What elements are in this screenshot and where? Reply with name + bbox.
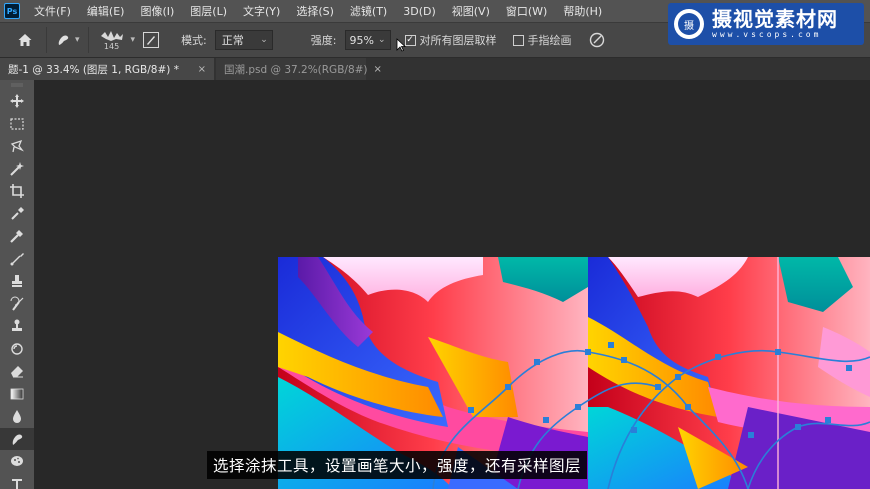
artwork-right-half (588, 257, 870, 489)
brush-panel-icon (147, 36, 156, 45)
eyedropper-icon (11, 206, 24, 220)
document-tabs: 题-1 @ 33.4% (图层 1, RGB/8#) * × 国潮.psd @ … (0, 58, 870, 80)
menu-select[interactable]: 选择(S) (288, 3, 342, 19)
clone-stamp-icon (12, 275, 22, 288)
crop-icon (10, 184, 24, 199)
watermark-logo: 摄 摄视觉素材网 www.vscops.com (668, 3, 864, 45)
finger-painting-checkbox[interactable] (512, 34, 524, 46)
menu-3d[interactable]: 3D(D) (395, 5, 444, 18)
pressure-icon[interactable] (588, 31, 606, 49)
type-icon (12, 478, 22, 489)
smudge-icon (58, 35, 69, 45)
brush-size-value: 145 (103, 42, 120, 51)
brush-icon (10, 252, 24, 266)
stamp-tool[interactable] (0, 315, 34, 338)
strength-label: 强度: (310, 34, 337, 47)
smudge-tool[interactable] (0, 427, 34, 450)
gradient-icon (10, 388, 24, 400)
blur-icon (13, 410, 21, 424)
strength-value: 95% (349, 33, 374, 47)
divider (87, 27, 89, 53)
video-subtitle: 选择涂抹工具，设置画笔大小，强度，还有采样图层 (207, 451, 588, 479)
menu-view[interactable]: 视图(V) (444, 3, 498, 19)
eraser-alt-icon (11, 343, 23, 355)
menu-layer[interactable]: 图层(L) (182, 3, 235, 19)
history-brush-tool[interactable] (0, 293, 34, 316)
tab-label: 国潮.psd @ 37.2%(RGB/8#) (224, 63, 368, 76)
menu-filter[interactable]: 滤镜(T) (342, 3, 395, 19)
toolbar-grip[interactable] (0, 80, 34, 90)
sponge-tool[interactable] (0, 450, 34, 473)
menu-window[interactable]: 窗口(W) (498, 3, 555, 19)
finger-painting-label: 手指绘画 (527, 34, 572, 47)
brush-settings-panel-toggle[interactable] (143, 32, 160, 48)
gradient-tool[interactable] (0, 383, 34, 406)
close-icon[interactable]: × (368, 64, 382, 75)
mode-select[interactable]: 正常 ⌄ (214, 30, 273, 50)
lasso-icon (10, 140, 24, 153)
chevron-down-icon: ⌄ (260, 35, 268, 45)
magic-wand-tool[interactable] (0, 158, 34, 181)
chevron-down-icon: ▾ (130, 35, 136, 45)
sponge-icon (11, 456, 23, 467)
mode-value: 正常 (221, 34, 244, 47)
menu-help[interactable]: 帮助(H) (555, 3, 610, 19)
tab-label: 题-1 @ 33.4% (图层 1, RGB/8#) * (8, 63, 179, 76)
close-icon[interactable]: × (192, 64, 206, 75)
mode-label: 模式: (181, 34, 207, 47)
tab-document-1[interactable]: 题-1 @ 33.4% (图层 1, RGB/8#) * × (0, 58, 214, 80)
tool-preset-picker[interactable]: ▾ (55, 32, 80, 48)
eraser-tool[interactable] (0, 360, 34, 383)
finger-painting-option[interactable]: 手指绘画 (512, 32, 572, 48)
chevron-down-icon: ▾ (75, 35, 80, 45)
photoshop-logo[interactable]: Ps (4, 3, 20, 19)
strength-input[interactable]: 95% ⌄ (344, 30, 391, 50)
brush-preset-picker[interactable]: 145 ▾ (97, 25, 136, 55)
watermark-name: 摄视觉素材网 (712, 7, 838, 31)
smudge-icon (12, 434, 23, 445)
history-brush-icon (10, 296, 24, 311)
eraser-icon (11, 366, 23, 378)
move-icon (10, 94, 24, 109)
move-tool[interactable] (0, 90, 34, 113)
divider (46, 27, 47, 53)
canvas-area[interactable] (34, 80, 870, 489)
watermark-url: www.vscops.com (712, 30, 822, 39)
lasso-tool[interactable] (0, 135, 34, 158)
sample-all-layers-option[interactable]: ✓ 对所有图层取样 (404, 32, 497, 48)
eyedropper-tool[interactable] (0, 203, 34, 226)
type-tool[interactable] (0, 473, 34, 489)
marquee-tool[interactable] (0, 113, 34, 136)
blur-tool[interactable] (0, 405, 34, 428)
clone-stamp-tool[interactable] (0, 270, 34, 293)
chevron-down-icon: ⌄ (377, 35, 386, 45)
home-icon (18, 34, 32, 46)
menu-type[interactable]: 文字(Y) (235, 3, 288, 19)
marquee-icon (10, 118, 24, 130)
sample-all-layers-checkbox[interactable]: ✓ (404, 34, 416, 46)
magic-wand-icon (10, 161, 24, 176)
menu-file[interactable]: 文件(F) (26, 3, 79, 19)
photoshop-window: Ps 文件(F) 编辑(E) 图像(I) 图层(L) 文字(Y) 选择(S) 滤… (0, 0, 870, 489)
home-button[interactable] (12, 27, 38, 53)
tab-document-2[interactable]: 国潮.psd @ 37.2%(RGB/8#) × (216, 58, 382, 80)
brush-tool[interactable] (0, 248, 34, 271)
stamp-icon (12, 319, 22, 332)
eraser-alt-tool[interactable] (0, 338, 34, 361)
sample-all-layers-label: 对所有图层取样 (419, 34, 497, 47)
brush-tip-icon (100, 31, 123, 41)
watermark-emblem-icon: 摄 (674, 9, 704, 39)
healing-brush-icon (10, 230, 23, 244)
tools-panel (0, 80, 34, 489)
brush-preview: 145 (97, 25, 127, 55)
crop-tool[interactable] (0, 180, 34, 203)
menu-image[interactable]: 图像(I) (132, 3, 182, 19)
menu-edit[interactable]: 编辑(E) (79, 3, 133, 19)
mouse-cursor-icon (396, 38, 406, 52)
healing-brush-tool[interactable] (0, 225, 34, 248)
